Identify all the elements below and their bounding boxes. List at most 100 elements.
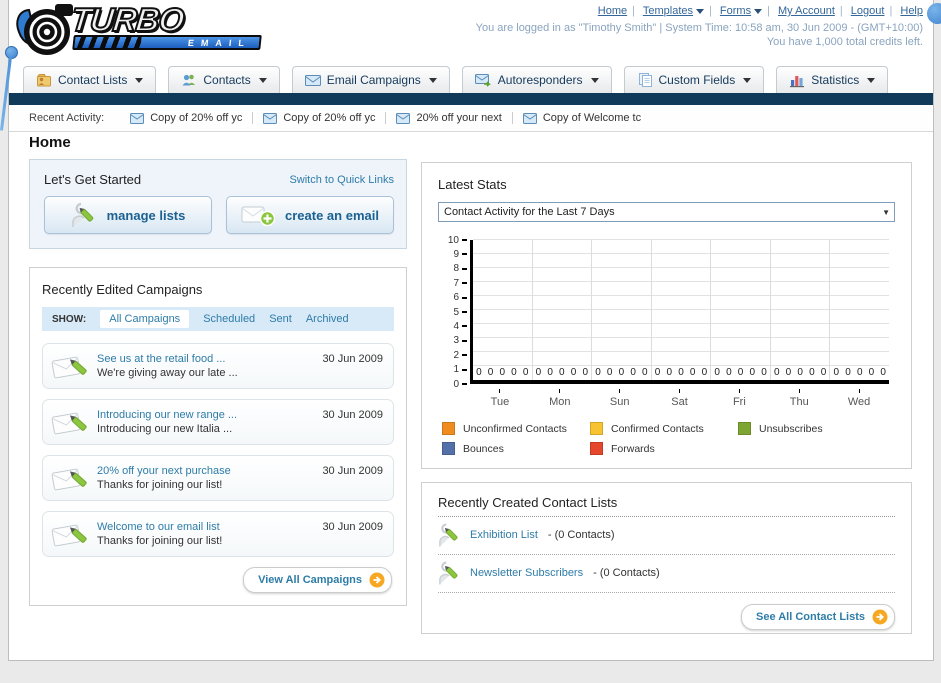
chart-day-group: 00000 <box>531 240 592 380</box>
filter-scheduled[interactable]: Scheduled <box>203 313 255 325</box>
see-all-contact-lists-button[interactable]: See All Contact Lists <box>740 604 895 630</box>
login-info: You are logged in as "Timothy Smith" | S… <box>475 22 923 34</box>
chart-x-labels: Tue Mon Sun Sat Fri Thu Wed <box>470 388 889 414</box>
bar-value-label: 0 <box>820 367 827 378</box>
campaign-row[interactable]: Welcome to our email list Thanks for joi… <box>42 511 394 557</box>
y-axis-tick: 5 <box>453 307 467 318</box>
chevron-down-icon <box>867 77 876 83</box>
chart-day-group: 00000 <box>591 240 651 380</box>
switch-to-quick-links[interactable]: Switch to Quick Links <box>289 174 394 186</box>
y-axis-tick: 6 <box>453 292 467 303</box>
campaign-row[interactable]: 20% off your next purchase Thanks for jo… <box>42 455 394 501</box>
bar-value-label: 0 <box>606 367 613 378</box>
latest-stats-title: Latest Stats <box>438 177 507 192</box>
chart-day-group: 00000 <box>769 240 830 380</box>
person-pencil-icon <box>71 202 97 228</box>
filter-sent[interactable]: Sent <box>269 313 292 325</box>
campaign-date: 30 Jun 2009 <box>322 409 383 421</box>
bar-value-label: 0 <box>582 367 589 378</box>
view-all-campaigns-button[interactable]: View All Campaigns <box>243 567 392 593</box>
bar-value-label: 0 <box>737 367 744 378</box>
legend-item: Bounces <box>442 442 590 455</box>
chevron-down-icon <box>590 77 599 83</box>
bar-value-label: 0 <box>880 367 886 378</box>
chart-y-axis: 0 1 2 3 4 5 6 7 8 9 10 <box>438 235 470 390</box>
legend-item: Confirmed Contacts <box>590 422 738 435</box>
link-logout[interactable]: Logout <box>851 5 885 17</box>
envelope-pencil-icon <box>51 463 89 493</box>
link-home[interactable]: Home <box>598 5 627 17</box>
campaign-row[interactable]: Introducing our new range ... Introducin… <box>42 399 394 445</box>
bar-value-label: 0 <box>726 367 732 378</box>
campaign-subtitle: Thanks for joining our list! <box>97 479 223 491</box>
campaign-row[interactable]: See us at the retail food ... We're givi… <box>42 343 394 389</box>
person-pencil-icon <box>438 522 460 548</box>
recent-activity-item[interactable]: Copy of Welcome tc <box>513 112 651 124</box>
bar-value-label: 0 <box>511 367 517 378</box>
legend-swatch <box>442 422 455 435</box>
page-title: Home <box>29 134 71 151</box>
forms-dropdown-icon[interactable] <box>754 8 763 14</box>
filter-all-campaigns[interactable]: All Campaigns <box>100 310 190 328</box>
contact-list-row[interactable]: Exhibition List - (0 Contacts) <box>438 517 895 555</box>
recent-activity-item[interactable]: Copy of 20% off yc <box>253 112 387 124</box>
nav-tab-contact-lists[interactable]: Contact Lists <box>23 66 157 93</box>
contact-list-link[interactable]: Exhibition List <box>470 529 538 541</box>
filter-archived[interactable]: Archived <box>306 313 349 325</box>
link-forms[interactable]: Forms <box>720 5 751 17</box>
contact-lists-title: Recently Created Contact Lists <box>438 495 895 517</box>
app-window: TURBO EMAIL Home | Templates | Forms | My A… <box>0 0 941 683</box>
navy-divider-bar <box>9 93 933 105</box>
show-label: SHOW: <box>52 313 87 325</box>
nav-tab-email-campaigns[interactable]: Email Campaigns <box>291 66 450 93</box>
link-templates[interactable]: Templates <box>643 5 693 17</box>
nav-tab-contacts[interactable]: Contacts <box>168 66 280 93</box>
campaign-date: 30 Jun 2009 <box>322 521 383 533</box>
templates-dropdown-icon[interactable] <box>696 8 704 14</box>
recently-edited-campaigns-panel: Recently Edited Campaigns SHOW: All Camp… <box>29 267 407 606</box>
bar-value-label: 0 <box>678 367 684 378</box>
y-axis-tick: 4 <box>453 321 467 332</box>
envelope-icon <box>522 112 537 124</box>
nav-tab-autoresponders[interactable]: Autoresponders <box>461 66 612 93</box>
bar-value-label: 0 <box>547 367 553 378</box>
manage-lists-button[interactable]: manage lists <box>44 196 212 234</box>
bar-value-label: 0 <box>618 367 625 378</box>
chevron-down-icon <box>135 77 144 83</box>
bar-value-label: 0 <box>487 367 494 378</box>
envelope-icon <box>396 112 411 124</box>
stats-period-value: Contact Activity for the Last 7 Days <box>444 206 615 218</box>
envelope-pencil-icon <box>51 407 89 437</box>
nav-tab-statistics[interactable]: Statistics <box>776 66 889 93</box>
campaign-subtitle: Thanks for joining our list! <box>97 535 223 547</box>
turbo-swirl-icon <box>15 2 77 60</box>
recent-activity-item[interactable]: Copy of 20% off yc <box>120 112 254 124</box>
link-help[interactable]: Help <box>900 5 923 17</box>
contact-lists-icon <box>36 72 52 88</box>
bar-value-label: 0 <box>749 367 756 378</box>
stats-period-dropdown[interactable]: Contact Activity for the Last 7 Days ▼ <box>438 202 895 222</box>
create-email-button[interactable]: create an email <box>226 196 394 234</box>
nav-tab-custom-fields[interactable]: Custom Fields <box>623 66 765 93</box>
legend-item: Unconfirmed Contacts <box>442 422 590 435</box>
contact-list-count: - (0 Contacts) <box>593 567 660 579</box>
y-axis-tick: 9 <box>453 249 467 260</box>
contact-list-link[interactable]: Newsletter Subscribers <box>470 567 583 579</box>
get-started-panel: Let's Get Started Switch to Quick Links … <box>29 159 407 249</box>
right-column: Latest Stats Contact Activity for the La… <box>421 162 912 634</box>
get-started-title: Let's Get Started <box>44 172 142 187</box>
contact-list-row[interactable]: Newsletter Subscribers - (0 Contacts) <box>438 555 895 593</box>
main-content: Home Let's Get Started Switch to Quick L… <box>9 132 933 661</box>
x-axis-label: Tue <box>470 388 530 414</box>
arrow-right-circle-icon <box>872 609 888 625</box>
y-axis-tick: 7 <box>453 278 467 289</box>
campaign-list: See us at the retail food ... We're givi… <box>42 343 394 557</box>
envelope-plus-icon <box>241 203 276 227</box>
link-my-account[interactable]: My Account <box>778 5 835 17</box>
bar-value-label: 0 <box>559 367 565 378</box>
campaign-filter-bar: SHOW: All Campaigns Scheduled Sent Archi… <box>42 307 394 331</box>
bar-value-label: 0 <box>666 367 673 378</box>
recent-activity-item[interactable]: 20% off your next <box>386 112 513 124</box>
app-logo[interactable]: TURBO EMAIL <box>15 0 262 60</box>
legend-swatch <box>738 422 751 435</box>
